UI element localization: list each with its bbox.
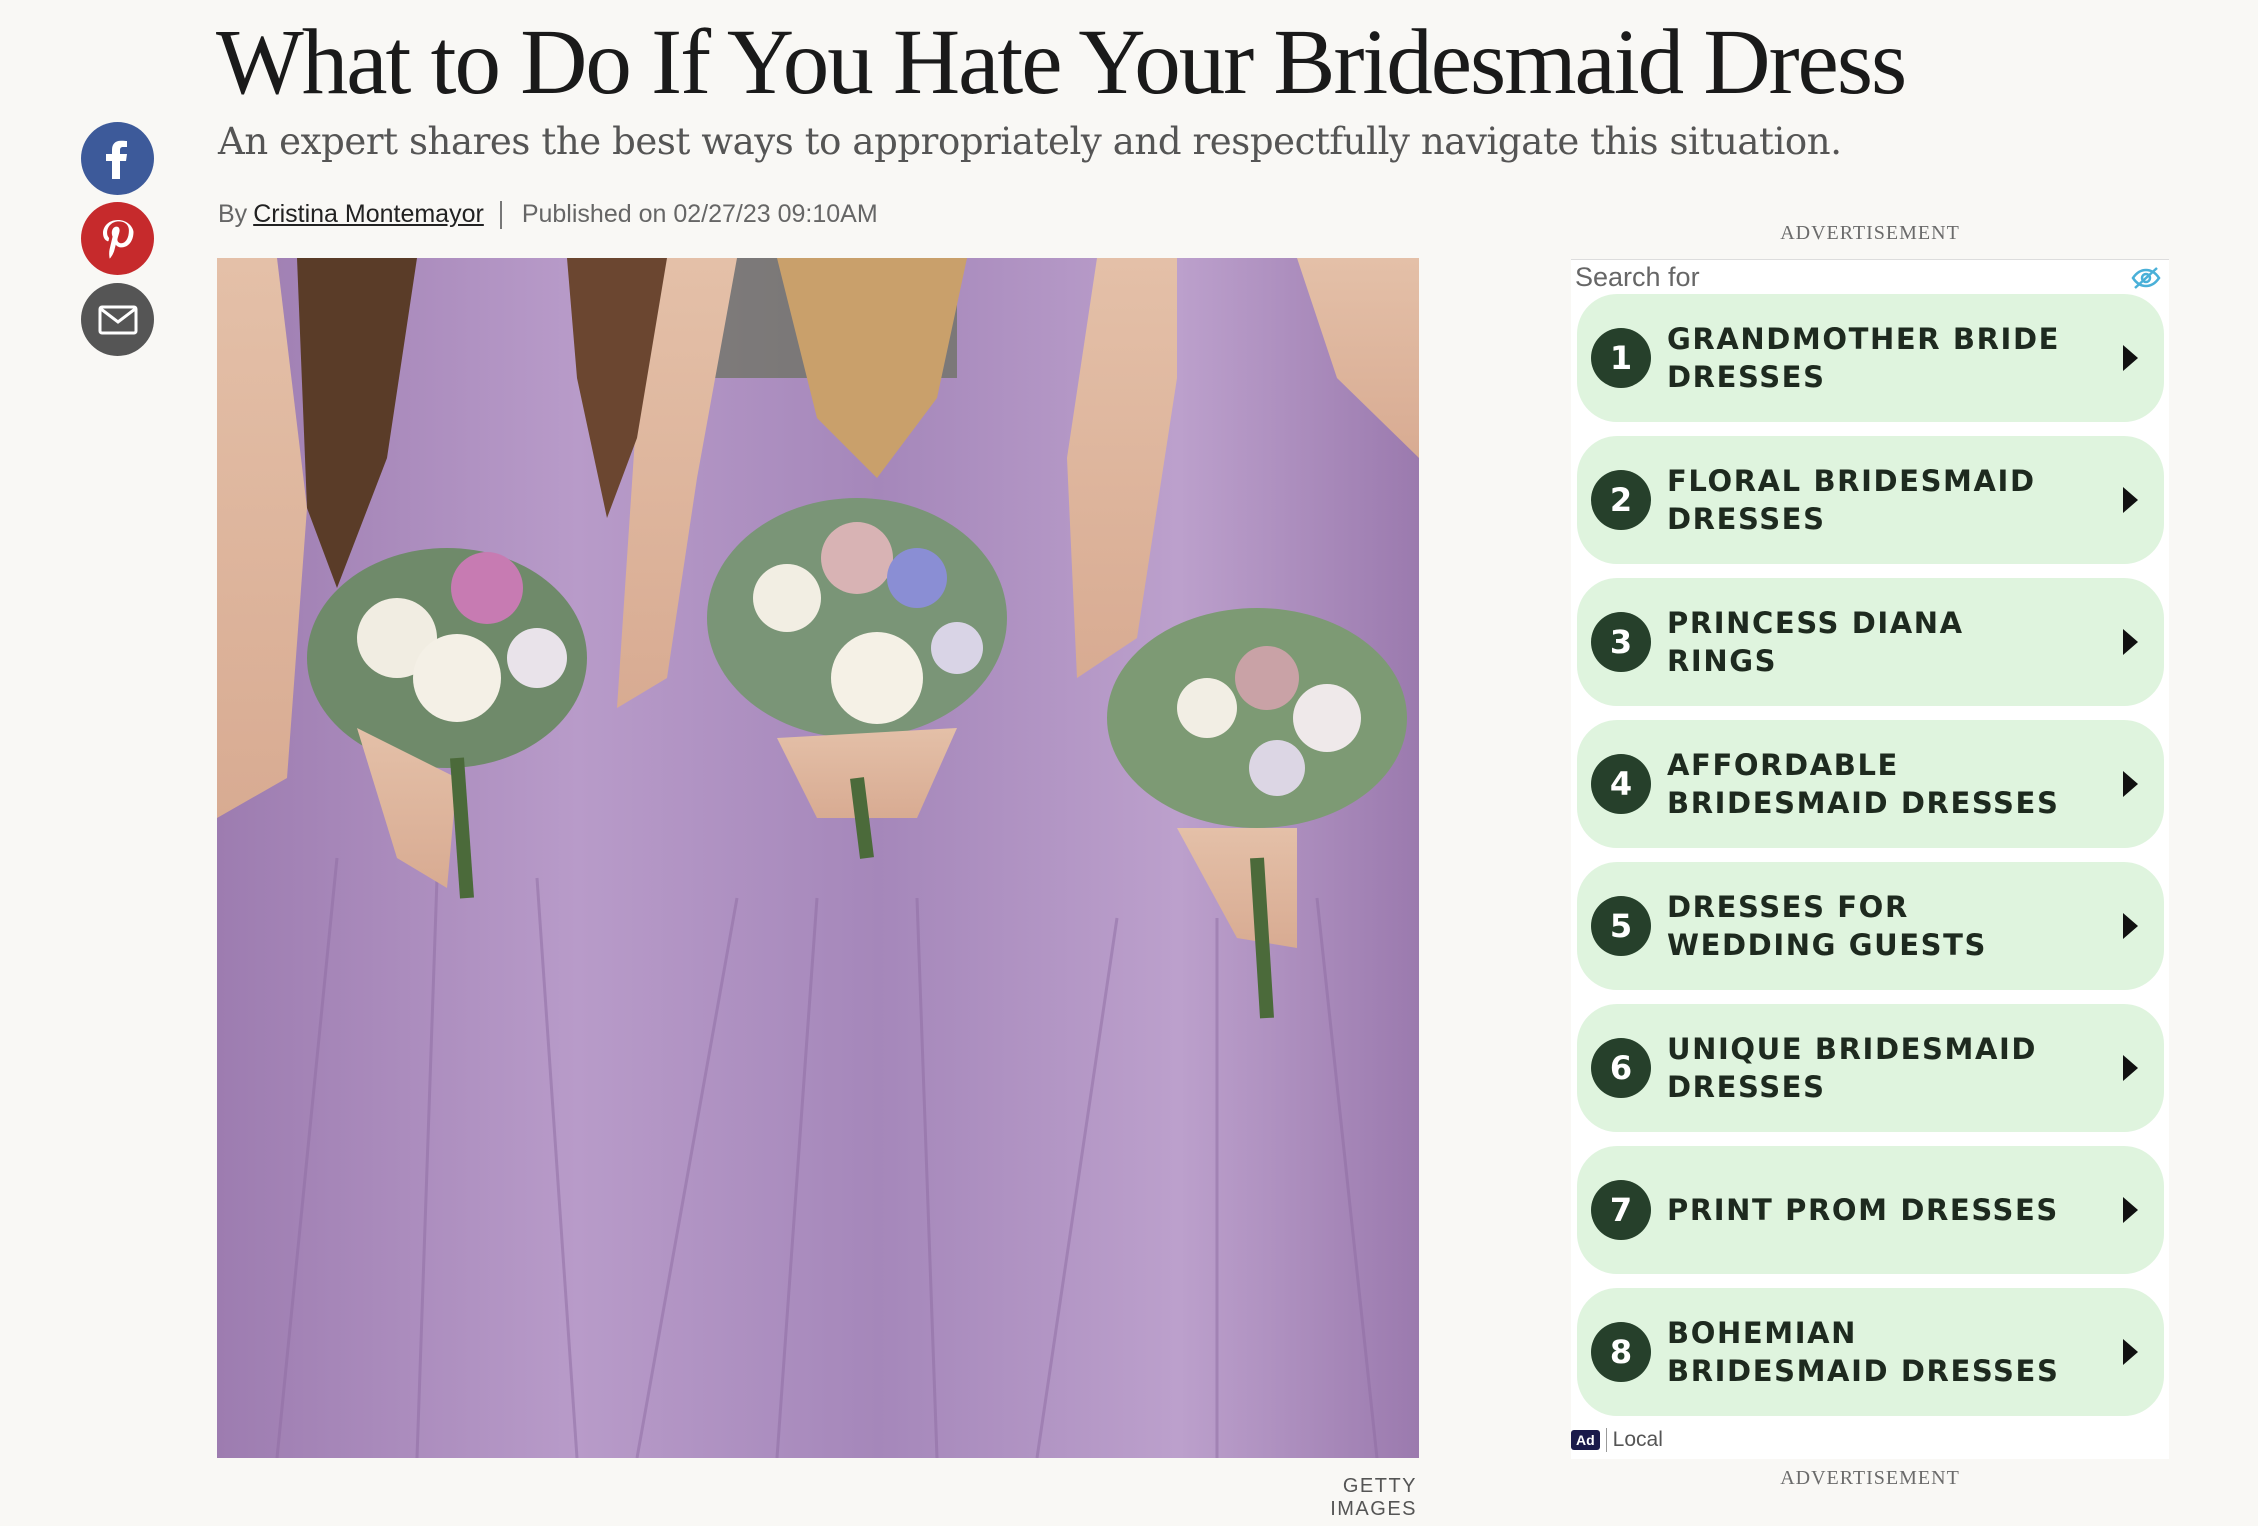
ad-item-4[interactable]: 4 AFFORDABLE BRIDESMAID DRESSES <box>1577 720 2164 848</box>
play-arrow-icon <box>2123 771 2138 797</box>
ad-item-number: 7 <box>1591 1180 1651 1240</box>
ad-item-label: DRESSES FOR WEDDING GUESTS <box>1667 890 1988 962</box>
ad-item-number: 1 <box>1591 328 1651 388</box>
ad-item-5[interactable]: 5 DRESSES FOR WEDDING GUESTS <box>1577 862 2164 990</box>
ad-item-number: 3 <box>1591 612 1651 672</box>
email-icon <box>98 305 137 334</box>
ad-item-2[interactable]: 2 FLORAL BRIDESMAID DRESSES <box>1577 436 2164 564</box>
facebook-icon <box>105 140 127 179</box>
ad-item-3[interactable]: 3 PRINCESS DIANA RINGS <box>1577 578 2164 706</box>
ad-item-1[interactable]: 1 GRANDMOTHER BRIDE DRESSES <box>1577 294 2164 422</box>
byline-by: By <box>218 200 248 228</box>
article-subtitle: An expert shares the best ways to approp… <box>218 120 1842 163</box>
advertisement-label-top: ADVERTISEMENT <box>1780 222 1960 244</box>
ad-item-label: FLORAL BRIDESMAID DRESSES <box>1667 464 2036 536</box>
play-arrow-icon <box>2123 1055 2138 1081</box>
search-for-label: Search for <box>1575 262 1700 292</box>
ad-item-label: UNIQUE BRIDESMAID DRESSES <box>1667 1032 2038 1104</box>
share-email-button[interactable] <box>81 283 154 356</box>
ad-item-number: 4 <box>1591 754 1651 814</box>
hide-ad-icon[interactable] <box>2131 266 2161 295</box>
ad-item-number: 2 <box>1591 470 1651 530</box>
ad-item-label: PRINCESS DIANA RINGS <box>1667 606 1964 678</box>
ad-item-label: GRANDMOTHER BRIDE DRESSES <box>1667 322 2061 394</box>
play-arrow-icon <box>2123 913 2138 939</box>
image-credit: GETTY IMAGES <box>1330 1475 1417 1520</box>
ad-item-7[interactable]: 7 PRINT PROM DRESSES <box>1577 1146 2164 1274</box>
share-pinterest-button[interactable] <box>81 202 154 275</box>
ad-badge: Ad <box>1571 1430 1600 1450</box>
play-arrow-icon <box>2123 629 2138 655</box>
ad-item-6[interactable]: 6 UNIQUE BRIDESMAID DRESSES <box>1577 1004 2164 1132</box>
ad-item-label: PRINT PROM DRESSES <box>1667 1193 2059 1227</box>
play-arrow-icon <box>2123 345 2138 371</box>
share-facebook-button[interactable] <box>81 122 154 195</box>
ad-item-number: 6 <box>1591 1038 1651 1098</box>
ad-footer-text: Local <box>1605 1428 1663 1452</box>
play-arrow-icon <box>2123 487 2138 513</box>
ad-item-number: 8 <box>1591 1322 1651 1382</box>
published-date: Published on 02/27/23 09:10AM <box>521 200 878 228</box>
pinterest-icon <box>102 219 133 258</box>
ad-search-panel: Search for 1 GRANDMOTHER BRIDE DRESSES 2… <box>1571 259 2169 1459</box>
play-arrow-icon <box>2123 1339 2138 1365</box>
author-link[interactable]: Cristina Montemayor <box>253 200 484 228</box>
byline-divider <box>499 201 502 230</box>
ad-item-label: AFFORDABLE BRIDESMAID DRESSES <box>1667 748 2060 820</box>
play-arrow-icon <box>2123 1197 2138 1223</box>
advertisement-label-bottom: ADVERTISEMENT <box>1780 1467 1960 1489</box>
ad-item-number: 5 <box>1591 896 1651 956</box>
byline: By Cristina Montemayor Published on 02/27/… <box>218 200 878 230</box>
ad-footer[interactable]: Ad Local <box>1571 1428 1663 1452</box>
article-title: What to Do If You Hate Your Bridesmaid D… <box>216 11 1907 114</box>
ad-item-label: BOHEMIAN BRIDESMAID DRESSES <box>1667 1316 2060 1388</box>
ad-item-8[interactable]: 8 BOHEMIAN BRIDESMAID DRESSES <box>1577 1288 2164 1416</box>
hero-image <box>217 258 1419 1458</box>
